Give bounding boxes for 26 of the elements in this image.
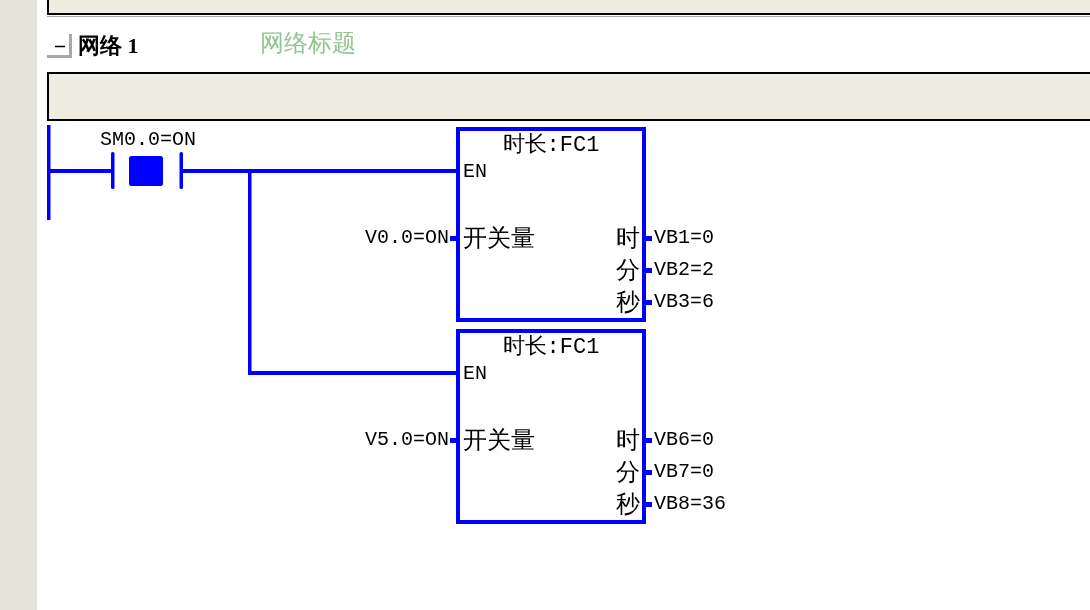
output-pin-label: 时	[616, 426, 640, 454]
network-comment-field[interactable]	[47, 72, 1090, 121]
output-pin-label: 分	[616, 458, 640, 486]
output-pin-label: 分	[616, 256, 640, 284]
input-value: V5.0=ON	[365, 428, 449, 452]
program-comment-field[interactable]	[47, 0, 1090, 15]
output-value: VB7=0	[654, 460, 714, 484]
input-value: V0.0=ON	[365, 226, 449, 250]
output-value: VB6=0	[654, 428, 714, 452]
output-pin-label: 秒	[616, 288, 640, 316]
wire	[50, 169, 112, 173]
input-pin-label: 开关量	[463, 426, 535, 454]
output-value: VB8=36	[654, 492, 726, 516]
output-pin-label: 秒	[616, 490, 640, 518]
output-value: VB1=0	[654, 226, 714, 250]
input-pin-label: 开关量	[463, 224, 535, 252]
network-label: 网络 1	[78, 34, 140, 58]
output-value: VB2=2	[654, 258, 714, 282]
contact-address: SM0.0=ON	[100, 128, 196, 152]
block-title: 时长:FC1	[502, 334, 600, 360]
enable-pin-label: EN	[463, 160, 487, 184]
network-title-field[interactable]: 网络标题	[254, 30, 390, 56]
output-value: VB3=6	[654, 290, 714, 314]
output-pin-label: 时	[616, 224, 640, 252]
enable-pin-label: EN	[463, 362, 487, 386]
block-title: 时长:FC1	[502, 132, 600, 158]
